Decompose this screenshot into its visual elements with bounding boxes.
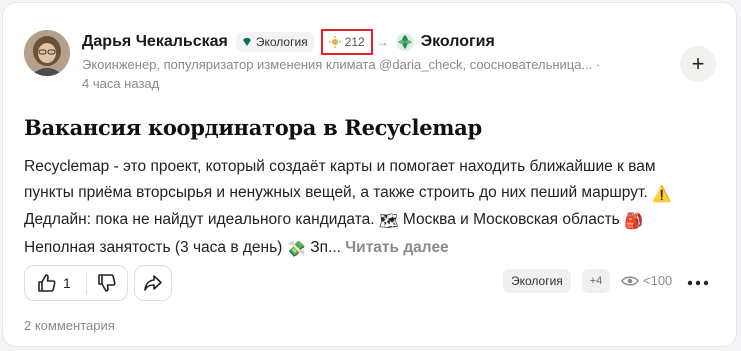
money-emoji: 💸 xyxy=(286,240,306,258)
plus-icon: + xyxy=(691,51,705,76)
avatar-image xyxy=(24,30,70,76)
more-options-button[interactable] xyxy=(686,271,710,295)
channel-name[interactable]: Экология xyxy=(421,33,495,51)
map-emoji: 🗺 xyxy=(378,213,399,230)
more-tags-chip[interactable]: +4 xyxy=(582,269,610,293)
author-avatar[interactable] xyxy=(24,30,70,76)
leaf-icon xyxy=(395,33,414,51)
like-count: 1 xyxy=(63,275,71,291)
share-button[interactable] xyxy=(134,265,172,301)
karma-counter[interactable]: 212 xyxy=(320,29,373,55)
author-name[interactable]: Дарья Чекальская xyxy=(82,33,228,51)
post-title[interactable]: Вакансия координатора в Recyclemap xyxy=(24,115,482,140)
post-time: 4 часа назад xyxy=(82,76,160,91)
sun-icon xyxy=(328,36,341,48)
body-line: Неполная занятость (3 часа в день) 💸 Зп.… xyxy=(24,235,714,263)
author-description: Экоинженер, популяризатор изменения клим… xyxy=(82,57,601,72)
bag-emoji: 🎒 xyxy=(624,213,644,230)
body-line: Дедлайн: пока не найдут идеального канди… xyxy=(24,207,714,235)
body-line: пункты приёма вторсырья и ненужных вещей… xyxy=(24,180,714,208)
thumbs-down-icon xyxy=(98,274,116,292)
comments-link[interactable]: 2 комментария xyxy=(24,318,115,333)
read-more-link[interactable]: Читать далее xyxy=(345,239,448,256)
topic-badge-label: Экология xyxy=(255,35,308,49)
topic-badge[interactable]: Экология xyxy=(235,32,314,52)
gem-icon xyxy=(242,38,251,46)
karma-value: 212 xyxy=(344,35,365,49)
views-value: <100 xyxy=(643,273,673,288)
thumbs-up-icon xyxy=(38,274,56,292)
share-icon xyxy=(144,275,162,291)
body-line: Recyclemap - это проект, который создаёт… xyxy=(24,158,656,175)
more-dots-icon xyxy=(687,280,709,286)
like-button[interactable]: 1 xyxy=(25,266,86,300)
post-header: Дарья Чекальская Экология 212 → Экология xyxy=(82,29,495,55)
warning-emoji: ⚠️ xyxy=(651,185,672,203)
post-body[interactable]: Recyclemap - это проект, который создаёт… xyxy=(24,154,714,262)
eye-icon xyxy=(621,276,639,285)
dislike-button[interactable] xyxy=(87,266,127,300)
post-card: Дарья Чекальская Экология 212 → Экология… xyxy=(2,2,737,347)
arrow-right-icon: → xyxy=(376,35,389,49)
subscribe-button[interactable]: + xyxy=(680,46,716,82)
reaction-group: 1 xyxy=(24,265,128,301)
tag-chip[interactable]: Экология xyxy=(503,269,571,293)
views-counter: <100 xyxy=(621,273,672,288)
